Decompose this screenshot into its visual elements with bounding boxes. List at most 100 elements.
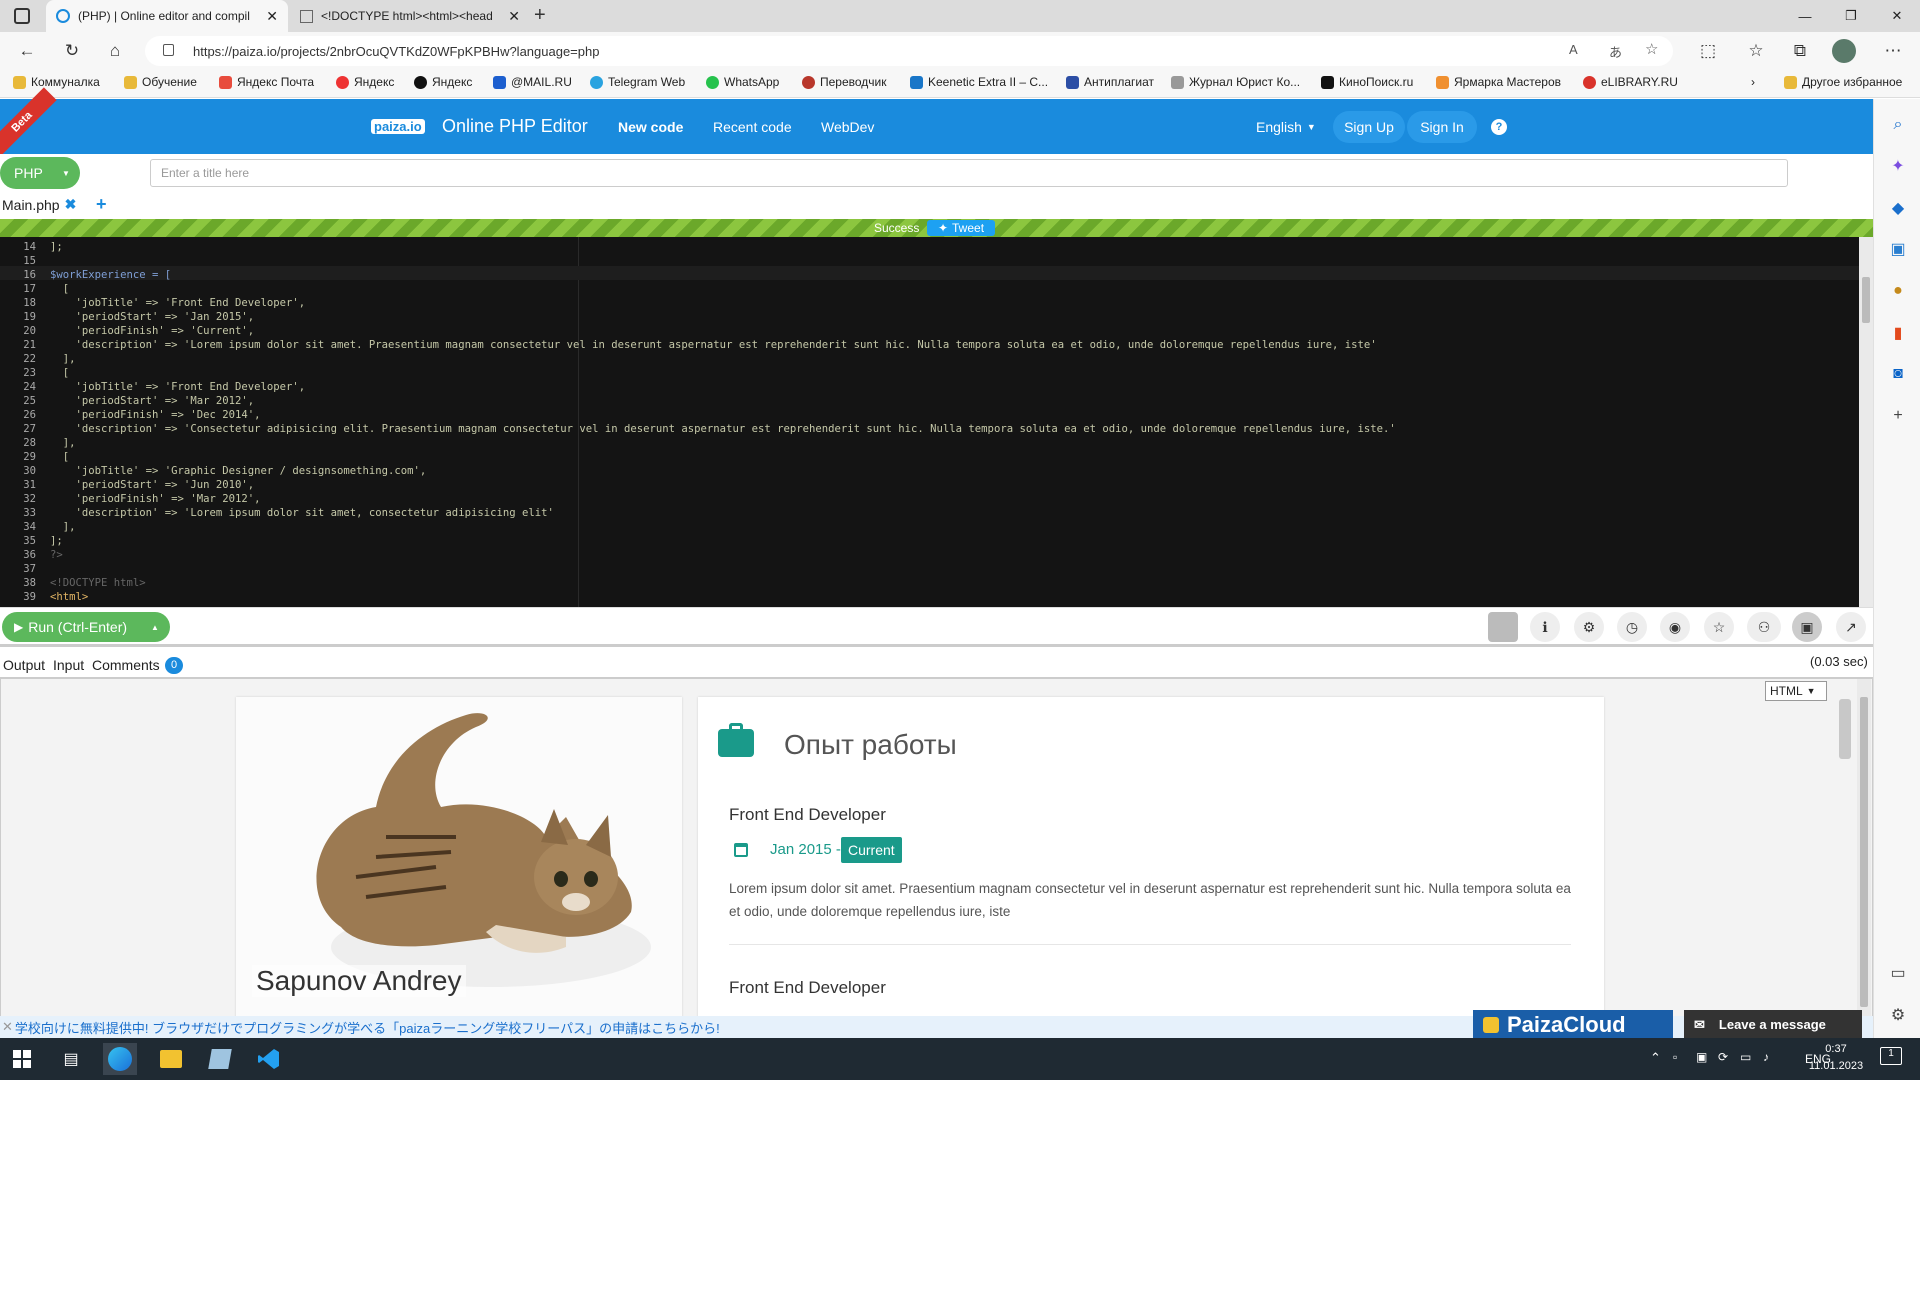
bookmark-2[interactable]: Яндекс Почта [219,75,314,89]
outlook-icon[interactable]: ◙ [1888,364,1908,384]
bookmark-5[interactable]: @MAIL.RU [493,75,572,89]
tab-paiza[interactable]: (PHP) | Online editor and compil ✕ [46,0,288,32]
clock-time[interactable]: 0:37 [1806,1043,1866,1055]
bookmark-8[interactable]: Переводчик [802,75,887,89]
signup-button[interactable]: Sign Up [1333,111,1405,143]
favorites-icon[interactable]: ☆ [1741,36,1771,66]
home-icon[interactable]: ⌂ [100,36,130,66]
clock-date[interactable]: 11.01.2023 [1806,1060,1866,1072]
tray-screen-icon[interactable]: ▣ [1696,1050,1707,1064]
volume-icon[interactable]: ♪ [1763,1050,1769,1064]
settings-icon[interactable]: ⚙ [1574,612,1604,642]
tray-sync-icon[interactable]: ⟳ [1718,1050,1728,1064]
add-icon[interactable]: + [1888,406,1908,426]
explorer-taskbar-icon[interactable] [154,1043,188,1075]
star-icon[interactable]: ☆ [1704,612,1734,642]
caret-up-icon[interactable]: ▲ [151,623,159,632]
bookmark-1[interactable]: Обучение [124,75,197,89]
back-icon[interactable]: ← [12,36,42,66]
tab-output[interactable]: Output [3,657,45,673]
more-icon[interactable]: ⋯ [1878,36,1908,66]
tab-actions-icon[interactable] [14,8,30,24]
minimize-icon[interactable]: — [1782,0,1828,32]
office-icon[interactable]: ▮ [1888,323,1908,343]
notifications-icon[interactable]: 1 [1880,1047,1902,1065]
github-icon[interactable]: ◉ [1660,612,1690,642]
add-file-icon[interactable]: + [96,194,107,215]
close-window-icon[interactable]: ✕ [1874,0,1920,32]
language-select-button[interactable]: PHP ▼ [0,157,80,189]
reload-icon[interactable]: ↻ [57,36,87,66]
history-icon[interactable]: ◷ [1617,612,1647,642]
collections-icon[interactable]: ⧉ [1785,36,1815,66]
info-icon[interactable]: ℹ [1530,612,1560,642]
run-button[interactable]: ▶ Run (Ctrl-Enter) ▲ [2,612,170,642]
tweet-button[interactable]: ✦ Tweet [927,220,995,236]
translate-icon[interactable]: あ [1609,42,1622,61]
bookmark-14[interactable]: eLIBRARY.RU [1583,75,1678,89]
output-scrollbar[interactable] [1857,679,1871,1017]
app-taskbar-icon[interactable] [203,1043,237,1075]
language-menu[interactable]: English ▼ [1256,99,1316,154]
bookmark-13[interactable]: Ярмарка Мастеров [1436,75,1561,89]
bookmark-7[interactable]: WhatsApp [706,75,779,89]
sidebar-toggle-icon[interactable]: ▭ [1888,963,1908,983]
inner-scrollbar[interactable] [1839,699,1851,759]
leave-message-button[interactable]: ✉ Leave a message [1684,1010,1862,1039]
close-banner-icon[interactable]: ✕ [2,1019,13,1035]
copilot-icon[interactable]: ✦ [1888,156,1908,176]
tab-comments[interactable]: Comments [92,657,160,673]
tab-doctype[interactable]: <!DOCTYPE html><html><head ✕ [290,0,530,32]
title-input[interactable]: Enter a title here [150,159,1788,187]
task-view-icon[interactable]: ▤ [54,1043,88,1075]
nav-webdev[interactable]: WebDev [821,99,874,154]
output-preview[interactable]: HTML ▼ Sapunov Andrey Опыт работы Front … [0,678,1873,1018]
signin-button[interactable]: Sign In [1407,111,1477,143]
close-file-icon[interactable]: ✖ [65,196,77,213]
close-tab-icon[interactable]: ✕ [266,8,278,25]
other-bookmarks[interactable]: Другое избранное [1784,75,1902,89]
tab-input[interactable]: Input [53,657,84,673]
bookmark-12[interactable]: КиноПоиск.ru [1321,75,1413,89]
read-aloud-icon[interactable]: A [1569,42,1578,57]
network-icon[interactable]: ▭ [1740,1050,1751,1064]
tray-chevron-icon[interactable]: ⌃ [1650,1050,1661,1066]
tools-icon[interactable]: ▣ [1888,239,1908,259]
paiza-logo[interactable]: paiza.io [371,99,425,154]
games-icon[interactable]: ● [1888,281,1908,301]
bookmark-10[interactable]: Антиплагиат [1066,75,1154,89]
file-tab-main[interactable]: Main.php ✖ [2,196,76,213]
bookmark-6[interactable]: Telegram Web [590,75,685,89]
collaborate-icon[interactable]: ⚇ [1747,612,1781,642]
start-icon[interactable] [5,1043,39,1075]
close-tab-icon[interactable]: ✕ [508,8,520,25]
new-tab-icon[interactable]: + [534,4,546,27]
url-field[interactable]: https://paiza.io/projects/2nbrOcuQVTKdZ0… [145,36,1673,66]
settings-icon[interactable]: ⚙ [1888,1005,1908,1025]
restore-icon[interactable]: ❐ [1828,0,1874,32]
editor-scrollbar[interactable] [1859,237,1873,607]
edge-taskbar-icon[interactable] [103,1043,137,1075]
shopping-icon[interactable]: ◆ [1888,198,1908,218]
lock-icon[interactable]: ▣ [1792,612,1822,642]
bookmark-11[interactable]: Журнал Юрист Ко... [1171,75,1300,89]
share-icon[interactable]: ↗ [1836,612,1866,642]
help-icon[interactable]: ? [1491,119,1507,135]
output-format-select[interactable]: HTML ▼ [1765,681,1827,701]
extensions-icon[interactable]: ⬚ [1693,36,1723,66]
nav-recent-code[interactable]: Recent code [713,99,792,154]
nav-new-code[interactable]: New code [618,99,683,154]
bookmarks-overflow-icon[interactable]: › [1751,75,1755,89]
vscode-taskbar-icon[interactable] [252,1043,286,1075]
bookmark-0[interactable]: Коммуналка [13,75,100,89]
bookmark-9[interactable]: Keenetic Extra II – C... [910,75,1048,89]
bookmark-4[interactable]: Яндекс [414,75,472,89]
favorite-icon[interactable]: ☆ [1645,40,1658,58]
tray-app-icon[interactable]: ▫ [1673,1050,1677,1064]
paizacloud-banner[interactable]: PaizaCloud [1473,1010,1673,1039]
lock-icon [163,44,174,56]
search-icon[interactable]: ⌕ [1888,115,1908,135]
bookmark-3[interactable]: Яндекс [336,75,394,89]
profile-avatar[interactable] [1832,39,1856,63]
code-editor[interactable]: 14]; 15 16 $workExperience = [17 [18 'jobTi… [0,237,1873,607]
